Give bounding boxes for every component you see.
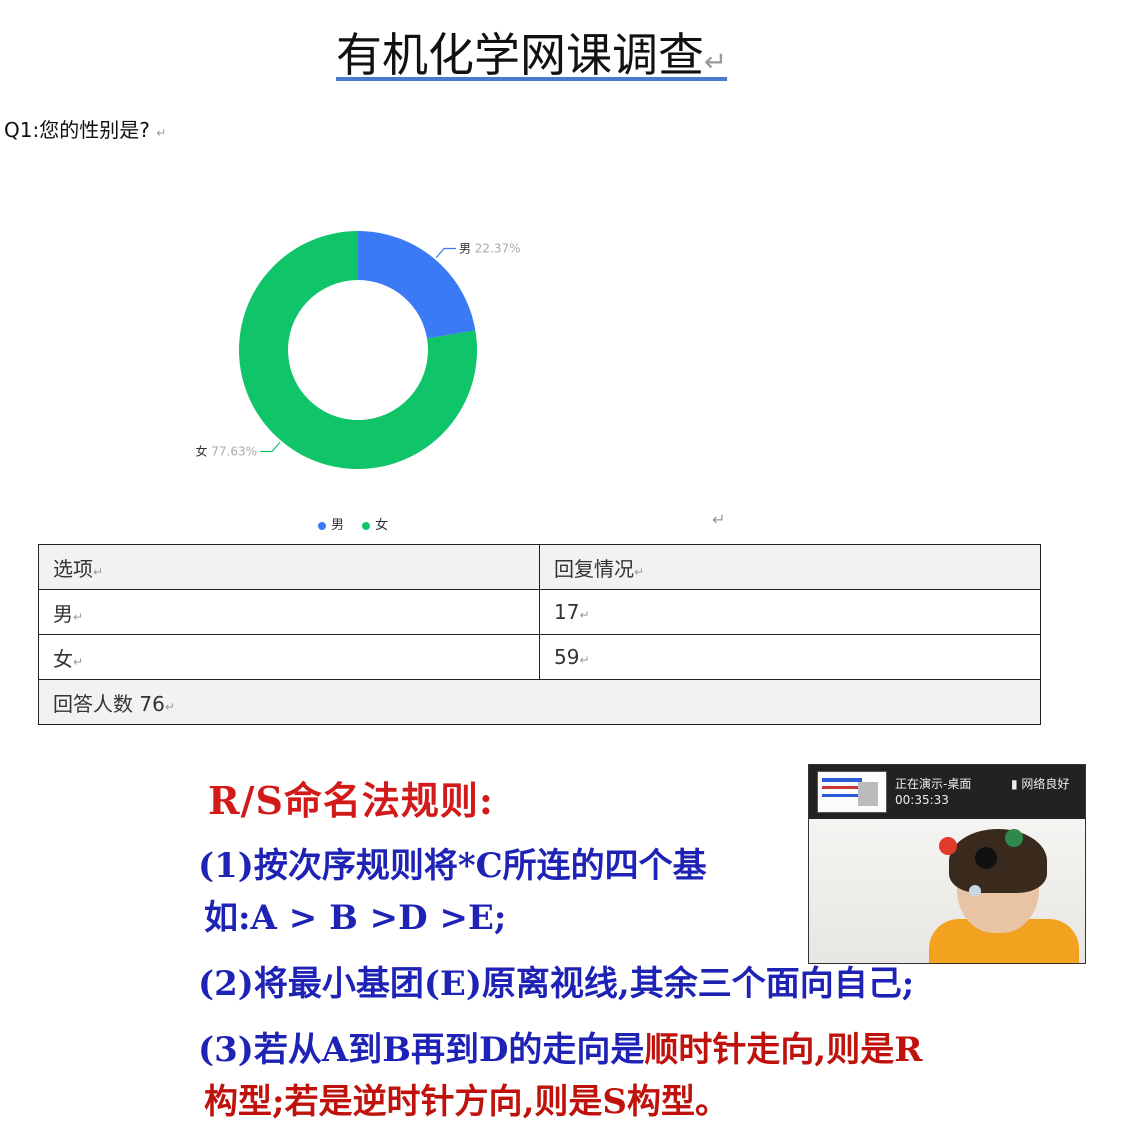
table-header-row: 选项↵ 回复情况↵: [38, 544, 1041, 590]
response-table: 选项↵ 回复情况↵ 男↵ 17↵ 女↵ 59↵ 回答人数 76↵: [38, 544, 1041, 725]
table-cell: 59↵: [539, 634, 1041, 680]
molecule-model-atom: [939, 837, 957, 855]
table-cell: 男↵: [38, 589, 540, 635]
molecule-model-atom: [969, 885, 981, 897]
table-header-cell: 回复情况↵: [539, 544, 1041, 590]
table-row: 女↵ 59↵: [38, 634, 1041, 680]
molecule-model-atom: [975, 847, 997, 869]
table-cell: 女↵: [38, 634, 540, 680]
respondent-count: 回答人数 76↵: [38, 679, 1041, 725]
teacher-hair: [949, 829, 1047, 893]
gender-donut-chart: 男 22.37% 女 77.63%: [195, 231, 521, 469]
table-footer-row: 回答人数 76↵: [38, 679, 1041, 725]
legend-item-male: 男: [318, 514, 344, 533]
question-label: Q1:您的性别是? ↵: [4, 118, 167, 142]
rule-3-line-2: 构型;若是逆时针方向,则是S构型。: [204, 1082, 729, 1122]
presenting-status: 正在演示-桌面: [895, 777, 972, 791]
teacher-video-overlay[interactable]: 正在演示-桌面 00:35:33 ▮ 网络良好 老师: [808, 764, 1086, 964]
signal-icon: ▮: [1011, 777, 1022, 791]
label-leader-line: [435, 247, 456, 259]
document-title: 有机化学网课调查↵: [336, 28, 728, 82]
rule-3-line-1: (3)若从A到B再到D的走向是顺时针走向,则是R: [198, 1030, 923, 1070]
presentation-timer: 00:35:33: [895, 793, 949, 807]
table-header-cell: 选项↵: [38, 544, 540, 590]
molecule-model-atom: [1005, 829, 1023, 847]
rule-1-line-2: 如:A > B >D >E;: [204, 898, 507, 938]
paragraph-mark: ↵: [712, 510, 726, 529]
table-cell: 17↵: [539, 589, 1041, 635]
slice-data-label: 女 77.63%: [195, 443, 257, 458]
chart-legend: 男 女: [318, 514, 402, 533]
presentation-status-bar: 正在演示-桌面 00:35:33 ▮ 网络良好: [809, 765, 1085, 819]
slide-title: R/S命名法规则:: [208, 778, 494, 823]
label-leader-line: [260, 441, 281, 453]
legend-item-female: 女: [362, 514, 388, 533]
donut-slice-male: [358, 231, 476, 339]
table-row: 男↵ 17↵: [38, 589, 1041, 635]
slice-data-label: 男 22.37%: [459, 242, 521, 256]
screen-share-thumbnail[interactable]: [817, 771, 887, 813]
rule-2: (2)将最小基团(E)原离视线,其余三个面向自己;: [198, 964, 915, 1004]
network-status: ▮ 网络良好: [1011, 777, 1070, 791]
teacher-camera-feed: 老师: [809, 819, 1085, 963]
